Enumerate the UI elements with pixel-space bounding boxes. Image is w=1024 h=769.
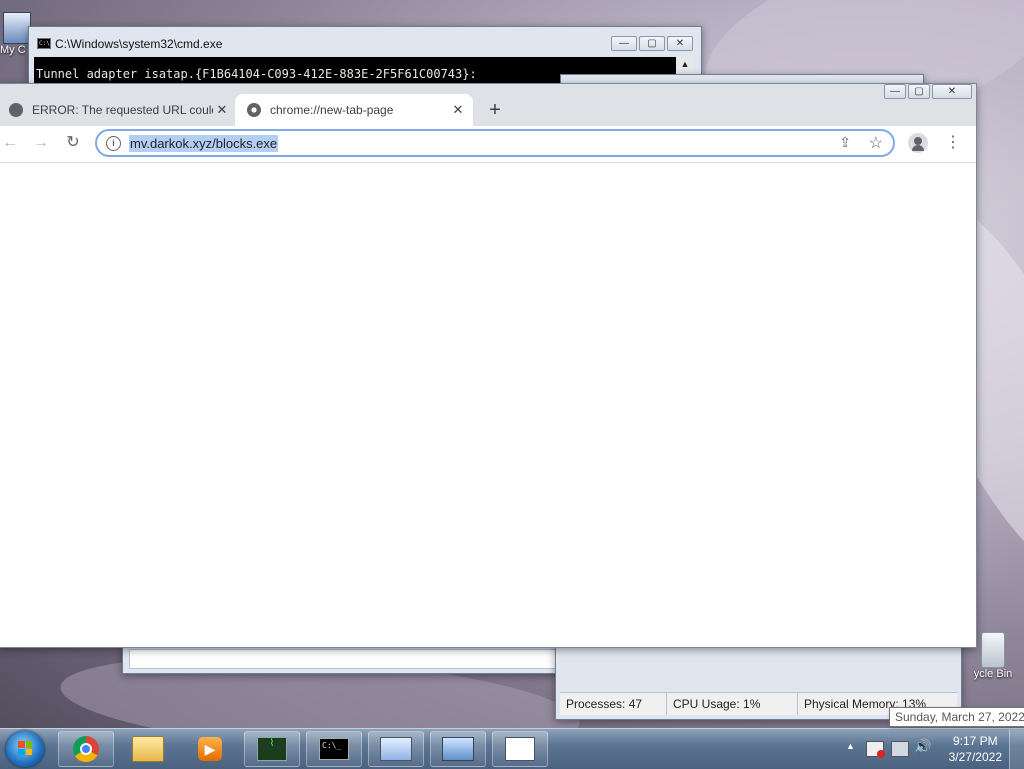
- taskbar-app[interactable]: [368, 731, 424, 767]
- back-button[interactable]: ←: [0, 132, 21, 154]
- browser-toolbar: ← → ↻ i mv.darkok.xyz/blocks.exe ⇪ ☆ ⋮: [0, 126, 976, 163]
- show-hidden-icons-arrow[interactable]: ▲: [846, 741, 855, 751]
- chrome-icon: [247, 103, 261, 117]
- taskbar-task-manager[interactable]: ⌇: [244, 731, 300, 767]
- recycle-bin-icon: [981, 632, 1005, 668]
- remote-desktop-icon: [380, 737, 412, 761]
- taskbar-chrome[interactable]: [58, 731, 114, 767]
- processes-count: Processes: 47: [560, 693, 667, 715]
- tab-error[interactable]: ERROR: The requested URL could ✕: [9, 94, 231, 126]
- date-tooltip: Sunday, March 27, 2022: [889, 707, 1024, 727]
- volume-icon[interactable]: 🔊: [914, 738, 931, 755]
- share-icon[interactable]: ⇪: [839, 134, 851, 151]
- page-content[interactable]: [0, 163, 976, 647]
- cpu-usage: CPU Usage: 1%: [667, 693, 798, 715]
- taskbar: ▶ ⌇ C:\_ ▲ 🔊 9:17 PM 3/27/2022: [0, 728, 1024, 769]
- address-bar[interactable]: i mv.darkok.xyz/blocks.exe ⇪ ☆: [95, 129, 895, 157]
- cmd-icon: C:\_: [319, 738, 349, 760]
- tab-strip: ERROR: The requested URL could ✕ chrome:…: [0, 92, 976, 126]
- minimize-button[interactable]: —: [611, 36, 637, 51]
- show-desktop-button[interactable]: [1009, 729, 1024, 769]
- tab-new-tab-page[interactable]: chrome://new-tab-page ✕: [235, 94, 473, 126]
- forward-button[interactable]: →: [30, 132, 52, 154]
- taskbar-app[interactable]: [430, 731, 486, 767]
- action-center-flag-icon[interactable]: [866, 741, 885, 758]
- chrome-window[interactable]: — ▢ ✕ ERROR: The requested URL could ✕ c…: [0, 83, 977, 648]
- close-button[interactable]: ✕: [667, 36, 693, 51]
- window-icon: [505, 737, 535, 761]
- cmd-icon: C:\: [37, 38, 51, 49]
- bookmark-star-icon[interactable]: ☆: [869, 133, 883, 153]
- chrome-menu-button[interactable]: ⋮: [945, 132, 961, 154]
- clock[interactable]: 9:17 PM 3/27/2022: [949, 733, 1002, 765]
- tab-title: chrome://new-tab-page: [270, 103, 394, 117]
- cmd-window-title: C:\Windows\system32\cmd.exe: [55, 37, 223, 51]
- reload-button[interactable]: ↻: [62, 132, 84, 154]
- taskbar-app[interactable]: [492, 731, 548, 767]
- clock-time: 9:17 PM: [952, 734, 998, 748]
- new-tab-button[interactable]: +: [483, 100, 507, 120]
- clock-date: 3/27/2022: [948, 750, 1002, 764]
- close-tab-icon[interactable]: ✕: [213, 102, 231, 118]
- profile-avatar-icon[interactable]: [908, 133, 928, 153]
- desktop-icon-label: ycle Bin: [973, 668, 1013, 680]
- maximize-button[interactable]: ▢: [639, 36, 665, 51]
- network-icon[interactable]: [891, 741, 909, 757]
- globe-icon: [9, 103, 23, 117]
- tab-title: ERROR: The requested URL could: [32, 103, 213, 117]
- taskbar-media-player[interactable]: ▶: [182, 731, 238, 767]
- task-manager-icon: ⌇: [257, 737, 287, 761]
- windows-logo-icon: [18, 741, 32, 755]
- address-bar-url[interactable]: mv.darkok.xyz/blocks.exe: [129, 135, 279, 152]
- folder-icon: [132, 736, 164, 762]
- info-icon[interactable]: i: [106, 136, 121, 151]
- taskbar-explorer[interactable]: [120, 731, 176, 767]
- computer-icon: [3, 12, 31, 44]
- control-panel-icon: [442, 737, 474, 761]
- start-button[interactable]: [6, 731, 44, 767]
- close-tab-icon[interactable]: ✕: [449, 102, 467, 118]
- chrome-icon: [73, 736, 99, 762]
- media-player-icon: ▶: [198, 737, 222, 761]
- taskbar-cmd[interactable]: C:\_: [306, 731, 362, 767]
